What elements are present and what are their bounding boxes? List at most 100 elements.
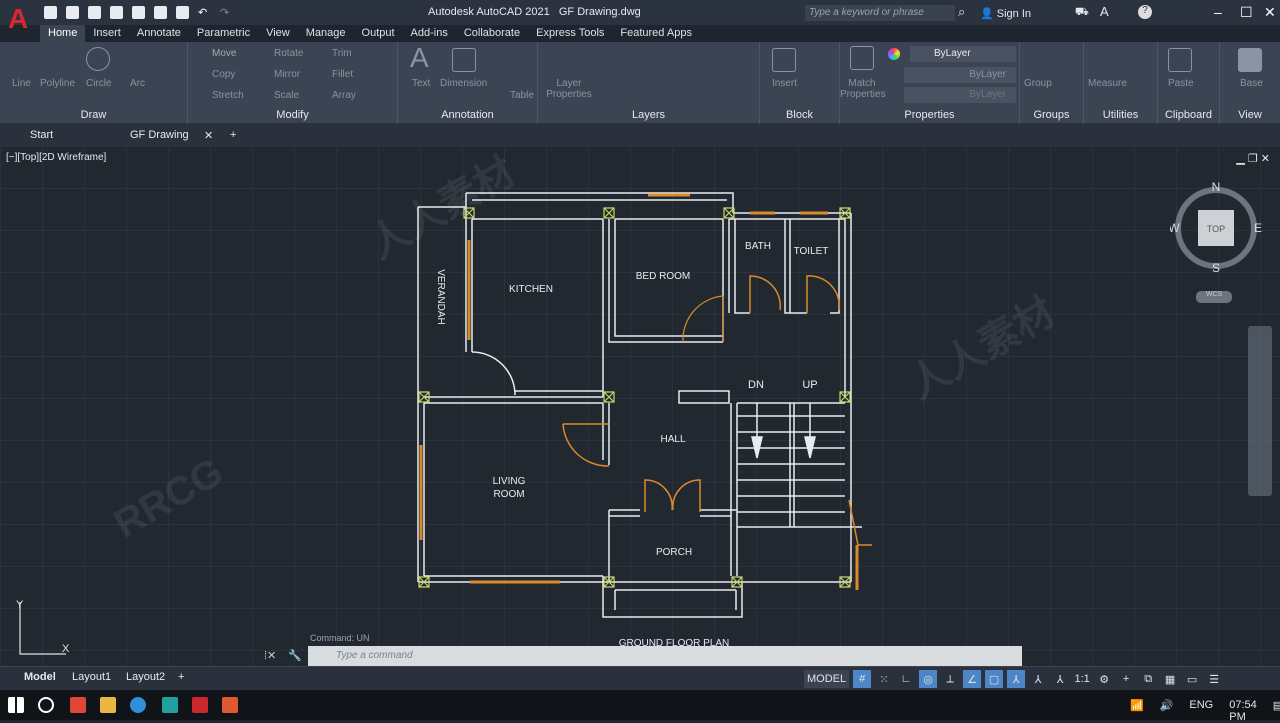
layer-properties-tool[interactable]: Layer Properties xyxy=(544,78,594,100)
file-explorer-icon[interactable] xyxy=(100,697,116,713)
app-3-icon[interactable] xyxy=(162,697,178,713)
polar-tracking-icon[interactable]: ◎ xyxy=(919,670,938,688)
help-icon[interactable]: ? xyxy=(1138,5,1152,19)
base-tool[interactable]: Base xyxy=(1240,78,1263,89)
annotation-scale-icon[interactable]: ⅄ xyxy=(1051,670,1069,688)
command-input[interactable]: Type a command xyxy=(308,646,1022,667)
tab-add-ins[interactable]: Add-ins xyxy=(403,25,456,42)
dimension-tool[interactable]: Dimension xyxy=(440,78,487,89)
cart-icon[interactable]: ⛟ xyxy=(1075,6,1089,20)
web-save-icon[interactable] xyxy=(154,6,167,19)
lineweight-dropdown[interactable]: ByLayer xyxy=(904,87,1016,103)
windows-start-icon[interactable] xyxy=(8,697,24,713)
array-tool[interactable]: Array xyxy=(332,90,356,101)
print-icon[interactable] xyxy=(176,6,189,19)
tab-collaborate[interactable]: Collaborate xyxy=(456,25,528,42)
text-tool[interactable]: Text xyxy=(412,78,430,89)
close-command-icon[interactable]: ⁞✕ xyxy=(264,649,276,662)
tab-output[interactable]: Output xyxy=(354,25,403,42)
view-panel-title[interactable]: View xyxy=(1220,109,1280,121)
language-indicator[interactable]: ENG xyxy=(1189,699,1213,723)
volume-icon[interactable]: 🔊 xyxy=(1160,699,1174,723)
viewcube[interactable]: TOP N S E W xyxy=(1170,182,1262,274)
tab-view[interactable]: View xyxy=(258,25,298,42)
notifications-icon[interactable]: ▤ xyxy=(1273,699,1280,723)
insert-tool[interactable]: Insert xyxy=(772,78,797,89)
maximize-button[interactable]: ☐ xyxy=(1240,4,1253,21)
group-tool[interactable]: Group xyxy=(1024,78,1052,89)
measure-tool[interactable]: Measure xyxy=(1088,78,1127,89)
units-icon[interactable]: ⧉ xyxy=(1139,670,1157,688)
clock[interactable]: 07:54 PM xyxy=(1229,699,1257,723)
clipboard-panel-title[interactable]: Clipboard xyxy=(1158,109,1219,121)
object-snap-icon[interactable]: ▢ xyxy=(985,670,1004,688)
table-tool[interactable]: Table xyxy=(510,90,534,101)
draw-panel-title[interactable]: Draw xyxy=(0,109,187,121)
tab-gf-drawing[interactable]: GF Drawing xyxy=(130,124,204,146)
tab-start[interactable]: Start xyxy=(30,124,130,146)
grid-icon[interactable]: # xyxy=(853,670,872,688)
compass-s[interactable]: S xyxy=(1212,261,1220,274)
isometric-icon[interactable]: ⟂ xyxy=(941,670,959,688)
snap-icon[interactable]: ⁙ xyxy=(875,670,893,688)
close-button[interactable]: ✕ xyxy=(1264,4,1276,21)
autocad-taskbar-icon[interactable] xyxy=(192,697,208,713)
block-panel-title[interactable]: Block xyxy=(760,109,839,121)
open-icon[interactable] xyxy=(66,6,79,19)
tab-annotate[interactable]: Annotate xyxy=(129,25,189,42)
search-icon[interactable]: ⌕ xyxy=(958,4,965,20)
save-icon[interactable] xyxy=(88,6,101,19)
scale-dropdown[interactable]: 1:1 xyxy=(1073,670,1091,688)
move-tool[interactable]: Move xyxy=(212,48,236,59)
groups-panel-title[interactable]: Groups xyxy=(1020,109,1083,121)
undo-icon[interactable]: ↶ xyxy=(198,6,211,19)
circle-tool[interactable]: Circle xyxy=(86,78,112,89)
utilities-panel-title[interactable]: Utilities xyxy=(1084,109,1157,121)
autodesk-a360-icon[interactable]: A xyxy=(1100,4,1109,19)
autocad-logo[interactable]: A xyxy=(8,4,34,34)
compass-w[interactable]: W xyxy=(1170,221,1180,235)
pen-app-icon[interactable] xyxy=(70,697,86,713)
color-dropdown[interactable]: ByLayer xyxy=(910,46,1016,62)
wcs-menu[interactable]: WCS xyxy=(1196,291,1232,303)
line-tool[interactable]: Line xyxy=(12,78,31,89)
tab-layout2[interactable]: Layout2 xyxy=(126,671,165,683)
copy-tool[interactable]: Copy xyxy=(212,69,235,80)
drawing-viewport[interactable]: [−][Top][2D Wireframe] ▁ ❐ ✕ VERANDAH KI… xyxy=(0,146,1280,666)
trim-tool[interactable]: Trim xyxy=(332,48,352,59)
compass-n[interactable]: N xyxy=(1212,182,1221,194)
sign-in-button[interactable]: 👤 Sign In xyxy=(980,7,1031,20)
properties-panel-title[interactable]: Properties xyxy=(840,109,1019,121)
model-space-button[interactable]: MODEL xyxy=(804,670,850,688)
tab-home[interactable]: Home xyxy=(40,25,86,42)
workspace-gear-icon[interactable]: ⚙ xyxy=(1095,670,1113,688)
ortho-icon[interactable]: ∟ xyxy=(897,670,915,688)
fillet-tool[interactable]: Fillet xyxy=(332,69,353,80)
customization-menu-icon[interactable]: ☰ xyxy=(1205,670,1223,688)
tab-layout1[interactable]: Layout1 xyxy=(72,671,111,683)
tab-express-tools[interactable]: Express Tools xyxy=(528,25,612,42)
search-input[interactable]: Type a keyword or phrase xyxy=(805,5,955,21)
minimize-button[interactable]: – xyxy=(1214,4,1222,20)
annotation-panel-title[interactable]: Annotation xyxy=(398,109,537,121)
compass-e[interactable]: E xyxy=(1254,221,1262,235)
search-taskbar-icon[interactable] xyxy=(38,697,54,713)
scale-tool[interactable]: Scale xyxy=(274,90,299,101)
annotation-monitor-icon[interactable]: + xyxy=(1117,670,1135,688)
object-snap-tracking-icon[interactable]: ∠ xyxy=(963,670,982,688)
wifi-icon[interactable]: 📶 xyxy=(1130,699,1144,723)
autoscale-icon[interactable]: ⅄ xyxy=(1029,670,1047,688)
close-tab-icon[interactable]: ✕ xyxy=(204,124,230,146)
tab-manage[interactable]: Manage xyxy=(298,25,354,42)
web-open-icon[interactable] xyxy=(132,6,145,19)
app-orange-icon[interactable] xyxy=(222,697,238,713)
tab-featured-apps[interactable]: Featured Apps xyxy=(612,25,700,42)
redo-icon[interactable]: ↷ xyxy=(220,6,233,19)
rotate-tool[interactable]: Rotate xyxy=(274,48,303,59)
paste-tool[interactable]: Paste xyxy=(1168,78,1194,89)
stretch-tool[interactable]: Stretch xyxy=(212,90,244,101)
add-layout-button[interactable]: + xyxy=(178,671,184,683)
quick-properties-icon[interactable]: ▦ xyxy=(1161,670,1179,688)
new-tab-button[interactable]: + xyxy=(230,124,236,146)
save-as-icon[interactable] xyxy=(110,6,123,19)
